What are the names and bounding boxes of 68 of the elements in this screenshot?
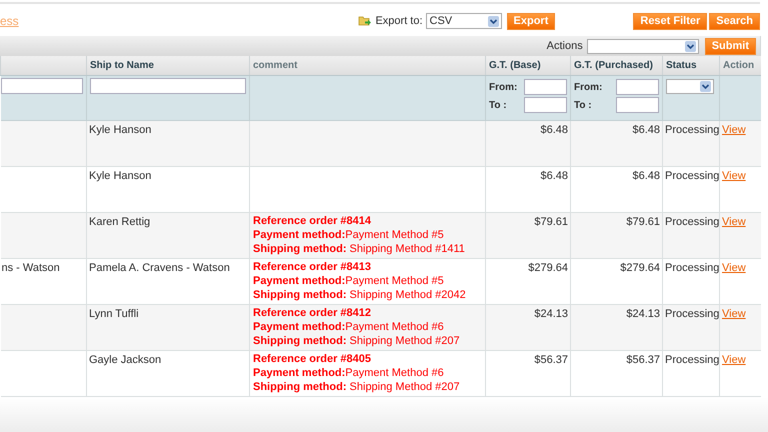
table-cell: ns - Watson	[2, 262, 60, 274]
table-cell: Karen Rettig	[89, 216, 150, 228]
view-link[interactable]: View	[722, 262, 746, 274]
table-cell: $279.64	[528, 262, 568, 274]
filter-input[interactable]	[90, 78, 246, 94]
table-cell: $24.13	[534, 308, 568, 320]
submit-button[interactable]: Submit	[704, 38, 756, 54]
comment-line: Payment method:Payment Method #6	[253, 366, 445, 380]
comment-line: Shipping method: Shipping Method #207	[253, 380, 461, 394]
table-cell: $6.48	[632, 124, 660, 136]
export-label: Export to:	[375, 15, 423, 27]
table-cell: $279.64	[620, 262, 660, 274]
table-cell: $24.13	[626, 308, 660, 320]
view-link[interactable]: View	[722, 354, 746, 366]
column-header[interactable]: comment	[253, 60, 298, 71]
search-button[interactable]: Search	[709, 12, 760, 30]
export-format-select[interactable]: CSV	[426, 13, 502, 29]
view-link[interactable]: View	[722, 170, 746, 182]
breadcrumb-link[interactable]: ess	[0, 14, 19, 28]
table-cell: Kyle Hanson	[89, 124, 152, 136]
export-icon	[358, 15, 372, 27]
range-input[interactable]	[524, 97, 567, 113]
comment-line: Payment method:Payment Method #5	[253, 274, 445, 288]
view-link[interactable]: View	[722, 216, 746, 228]
range-label: To :	[574, 100, 592, 110]
table-cell: Gayle Jackson	[89, 354, 162, 366]
actions-select[interactable]	[586, 38, 699, 54]
table-cell: $79.61	[534, 216, 568, 228]
table-cell: Pamela A. Cravens - Watson	[89, 262, 230, 274]
table-cell: $6.48	[632, 170, 660, 182]
filter-input[interactable]	[0, 78, 83, 94]
range-input[interactable]	[616, 97, 659, 113]
table-cell: Processing	[665, 170, 720, 182]
comment-line: Reference order #8413	[253, 260, 372, 274]
range-label: To :	[489, 100, 507, 110]
table-cell: $56.37	[626, 354, 660, 366]
range-input[interactable]	[524, 79, 567, 95]
table-cell: Processing	[665, 308, 720, 320]
view-link[interactable]: View	[722, 124, 746, 136]
dropdown-caret-icon	[684, 40, 696, 52]
range-label: From:	[489, 82, 518, 92]
table-cell: $56.37	[534, 354, 568, 366]
comment-line: Reference order #8405	[253, 352, 372, 366]
table-cell: Processing	[665, 216, 720, 228]
table-cell: $6.48	[540, 124, 568, 136]
dropdown-caret-icon	[700, 81, 711, 92]
table-cell: $6.48	[540, 170, 568, 182]
reset-filter-button[interactable]: Reset Filter	[633, 12, 708, 30]
dropdown-caret-icon	[488, 16, 499, 26]
view-link[interactable]: View	[722, 308, 746, 320]
comment-line: Shipping method: Shipping Method #1411	[253, 242, 466, 256]
range-input[interactable]	[616, 79, 659, 95]
comment-line: Payment method:Payment Method #5	[253, 228, 445, 242]
actions-label: Actions	[546, 40, 583, 52]
status-select[interactable]	[666, 79, 714, 94]
table-cell: $79.61	[626, 216, 660, 228]
table-cell: Processing	[665, 354, 720, 366]
comment-line: Shipping method: Shipping Method #207	[253, 334, 461, 348]
range-label: From:	[574, 82, 602, 92]
table-cell: Lynn Tuffli	[89, 308, 139, 320]
comment-line: Shipping method: Shipping Method #2042	[253, 288, 467, 302]
table-cell: Processing	[665, 124, 720, 136]
comment-line: Reference order #8412	[253, 306, 372, 320]
comment-line: Reference order #8414	[253, 214, 372, 228]
export-button[interactable]: Export	[506, 12, 556, 30]
table-cell: Processing	[665, 262, 720, 274]
table-cell: Kyle Hanson	[89, 170, 152, 182]
comment-line: Payment method:Payment Method #6	[253, 320, 445, 334]
